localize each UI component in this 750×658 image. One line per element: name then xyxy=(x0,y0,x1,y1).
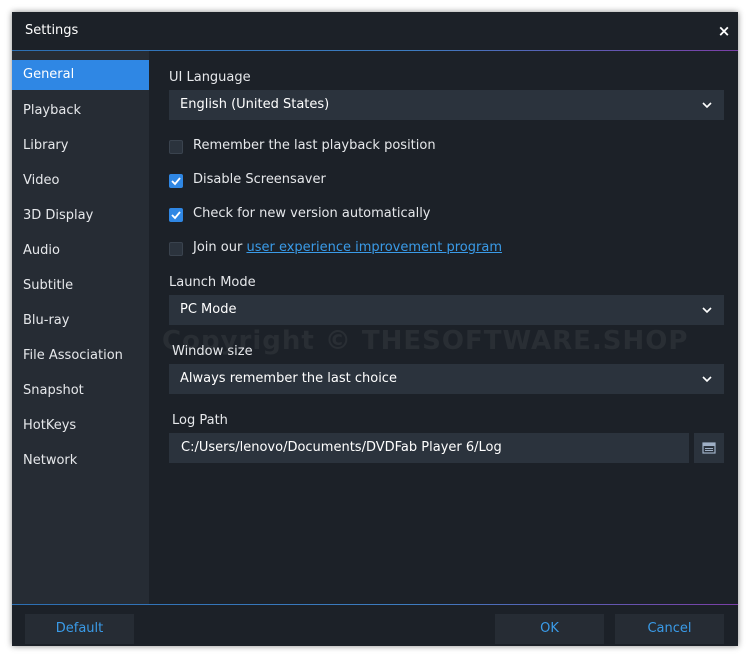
join-program-checkbox[interactable] xyxy=(169,242,183,256)
ui-language-value: English (United States) xyxy=(180,97,330,112)
window-size-select[interactable]: Always remember the last choice xyxy=(169,364,724,394)
ui-language-select[interactable]: English (United States) xyxy=(169,90,724,120)
cancel-button[interactable]: Cancel xyxy=(615,614,724,644)
join-program-text: Join our user experience improvement pro… xyxy=(193,240,502,255)
disable-screensaver-label: Disable Screensaver xyxy=(193,172,326,187)
sidebar-item-general[interactable]: General xyxy=(12,60,149,90)
sidebar-item-blu-ray[interactable]: Blu-ray xyxy=(12,305,149,340)
sidebar-item-library[interactable]: Library xyxy=(12,130,149,165)
chevron-down-icon xyxy=(702,307,712,314)
sidebar-item-snapshot[interactable]: Snapshot xyxy=(12,375,149,410)
sidebar-item-video[interactable]: Video xyxy=(12,165,149,200)
ok-button[interactable]: OK xyxy=(495,614,604,644)
check-version-checkbox[interactable] xyxy=(169,208,183,222)
log-path-label: Log Path xyxy=(172,413,228,428)
sidebar-item-audio[interactable]: Audio xyxy=(12,235,149,270)
folder-icon xyxy=(702,442,716,454)
sidebar-item-playback[interactable]: Playback xyxy=(12,95,149,130)
disable-screensaver-checkbox[interactable] xyxy=(169,174,183,188)
sidebar-item-subtitle[interactable]: Subtitle xyxy=(12,270,149,305)
footer: Default OK Cancel xyxy=(12,605,738,646)
log-path-value: C:/Users/lenovo/Documents/DVDFab Player … xyxy=(181,440,502,455)
sidebar-item-hotkeys[interactable]: HotKeys xyxy=(12,410,149,445)
improvement-program-link[interactable]: user experience improvement program xyxy=(246,240,502,255)
sidebar-item-network[interactable]: Network xyxy=(12,445,149,480)
join-program-prefix: Join our xyxy=(193,240,243,255)
settings-dialog: Settings × General Playback Library Vide… xyxy=(12,12,738,646)
browse-folder-button[interactable] xyxy=(694,433,724,463)
remember-playback-checkbox[interactable] xyxy=(169,140,183,154)
remember-playback-label: Remember the last playback position xyxy=(193,138,436,153)
title-bar: Settings × xyxy=(12,12,738,50)
watermark: Copyright © THESOFTWARE.SHOP xyxy=(162,326,689,356)
chevron-down-icon xyxy=(702,102,712,109)
sidebar-item-file-association[interactable]: File Association xyxy=(12,340,149,375)
window-size-value: Always remember the last choice xyxy=(180,371,397,386)
launch-mode-value: PC Mode xyxy=(180,302,237,317)
chevron-down-icon xyxy=(702,376,712,383)
launch-mode-select[interactable]: PC Mode xyxy=(169,295,724,325)
sidebar: General Playback Library Video 3D Displa… xyxy=(12,51,149,604)
default-button[interactable]: Default xyxy=(25,614,134,644)
sidebar-item-3d-display[interactable]: 3D Display xyxy=(12,200,149,235)
checkmark-icon xyxy=(171,177,181,186)
checkmark-icon xyxy=(171,211,181,220)
ui-language-label: UI Language xyxy=(169,70,251,85)
launch-mode-label: Launch Mode xyxy=(169,275,256,290)
check-version-label: Check for new version automatically xyxy=(193,206,431,221)
dialog-title: Settings xyxy=(25,23,79,38)
close-icon[interactable]: × xyxy=(714,21,734,41)
log-path-input[interactable]: C:/Users/lenovo/Documents/DVDFab Player … xyxy=(169,433,689,463)
